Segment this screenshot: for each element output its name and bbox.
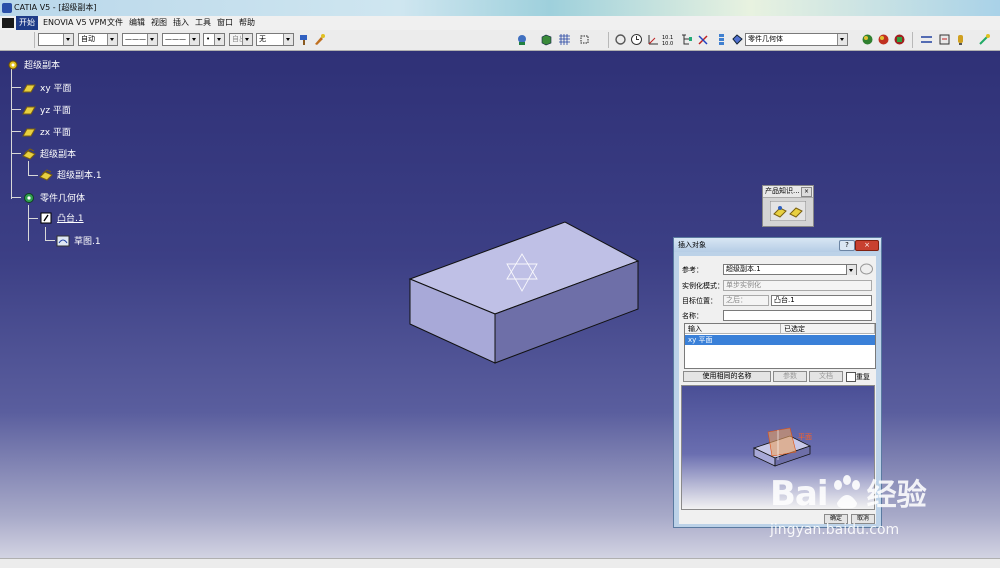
tree-item-sketch-1[interactable]: 草图.1 <box>56 234 101 247</box>
partbody-gear-icon <box>24 192 34 203</box>
catia-logo-icon[interactable] <box>2 18 14 28</box>
close-icon[interactable]: × <box>855 240 879 251</box>
clock-icon[interactable] <box>630 33 643 46</box>
menu-view[interactable]: 视图 <box>148 16 170 30</box>
pad-3d-model[interactable] <box>405 219 645 364</box>
help-icon[interactable]: ? <box>839 240 855 251</box>
inputs-table[interactable]: 输入 已选定 xy 平面 <box>684 323 876 369</box>
svg-text:10.0: 10.0 <box>662 41 673 46</box>
name-field[interactable] <box>723 310 872 321</box>
menu-start[interactable]: 开始 <box>16 16 38 30</box>
normal-view-icon[interactable] <box>540 33 553 46</box>
paw-icon <box>834 475 861 509</box>
repeat-checkbox[interactable] <box>846 372 856 382</box>
point-combo[interactable]: • <box>203 33 225 46</box>
close-icon[interactable]: × <box>801 187 812 197</box>
menu-bar: 开始 ENOVIA V5 VPM 文件 编辑 视图 插入 工具 窗口 帮助 <box>0 16 1000 31</box>
powercopy-icon <box>39 168 53 181</box>
color-combo[interactable] <box>38 33 74 46</box>
menu-tools[interactable]: 工具 <box>192 16 214 30</box>
plane-icon <box>22 128 36 136</box>
stack-icon[interactable] <box>715 33 728 46</box>
units-icon[interactable]: 10.110.0 <box>662 33 675 46</box>
tree-item-pad-1[interactable]: 凸台.1 <box>39 211 84 224</box>
hide-show-icon[interactable] <box>920 33 933 46</box>
linetype-combo[interactable]: ——— <box>122 33 158 46</box>
menu-edit[interactable]: 编辑 <box>126 16 148 30</box>
brush-icon[interactable] <box>313 33 326 46</box>
tree-root[interactable]: 超级副本 <box>6 58 60 71</box>
preview-plane-label: 平面 <box>798 433 812 441</box>
reference-open-icon[interactable] <box>859 262 874 276</box>
title-bar: CATIA V5 - [超级副本] <box>0 0 1000 16</box>
target-position-combo[interactable]: 之后： <box>723 295 769 306</box>
reference-field[interactable]: 超级副本.1 <box>723 264 857 275</box>
menu-insert[interactable]: 插入 <box>170 16 192 30</box>
col-selected-header: 已选定 <box>781 324 875 334</box>
baidu-watermark: Bai 经验 jingyan.baidu.com <box>770 474 927 538</box>
fly-mode-icon[interactable] <box>516 33 529 46</box>
paint-icon[interactable] <box>298 33 311 46</box>
catia-app-icon <box>2 3 12 13</box>
tree-item-powercopy-1[interactable]: 超级副本.1 <box>39 168 102 181</box>
tree-item-zx-plane[interactable]: zx 平面 <box>22 125 71 138</box>
render-mat-icon[interactable] <box>893 33 906 46</box>
parameters-button[interactable]: 参数 <box>773 371 807 382</box>
pad-icon <box>40 212 52 223</box>
swap-icon[interactable] <box>938 33 951 46</box>
menu-enovia[interactable]: ENOVIA V5 VPM <box>40 16 109 30</box>
grid-icon[interactable] <box>558 33 571 46</box>
powercopy-tools-icon[interactable] <box>770 201 806 221</box>
window-title: CATIA V5 - [超级副本] <box>14 3 97 12</box>
work-object-combo[interactable]: 零件几何体 <box>745 33 848 46</box>
sketch-icon <box>56 235 70 246</box>
fit-all-icon[interactable] <box>578 33 591 46</box>
col-input-header: 输入 <box>685 324 781 334</box>
table-row[interactable]: xy 平面 <box>685 335 875 345</box>
render-combo[interactable]: 无 <box>256 33 294 46</box>
tree-item-partbody[interactable]: 零件几何体 <box>22 191 85 204</box>
dialog-caption: 插入对象 ? × <box>674 238 881 252</box>
lamp-icon[interactable] <box>954 33 967 46</box>
measure-icon[interactable] <box>978 33 991 46</box>
tree-item-xy-plane[interactable]: xy 平面 <box>22 81 72 94</box>
render-edges-icon[interactable] <box>877 33 890 46</box>
toolbar: 自动 ——— ——— • 自出 无 10.1 10.0 零件几何体 <box>0 30 1000 51</box>
instantiation-mode-combo[interactable]: 单步实例化 <box>723 280 872 291</box>
product-knowledge-toolbar: 产品知识... × <box>762 185 814 227</box>
rotate-icon[interactable] <box>614 33 627 46</box>
plane-icon <box>22 84 36 92</box>
body-icon[interactable] <box>731 33 744 46</box>
plane-icon <box>22 106 36 114</box>
layer-combo[interactable]: 自出 <box>229 33 253 46</box>
use-same-name-button[interactable]: 使用相同的名称 <box>683 371 771 382</box>
target-field[interactable]: 凸台.1 <box>771 295 872 306</box>
tree-item-powercopy[interactable]: 超级副本 <box>22 147 76 160</box>
powercopy-icon <box>22 147 36 160</box>
tree-item-yz-plane[interactable]: yz 平面 <box>22 103 71 116</box>
3d-workspace[interactable]: 超级副本 xy 平面 yz 平面 zx 平面 超级副本 超级副本.1 零件几何体… <box>0 51 1000 567</box>
lineweight-combo[interactable]: ——— <box>162 33 200 46</box>
render-shaded-icon[interactable] <box>861 33 874 46</box>
menu-file[interactable]: 文件 <box>104 16 126 30</box>
menu-window[interactable]: 窗口 <box>214 16 236 30</box>
axis-icon[interactable] <box>646 33 659 46</box>
documents-button[interactable]: 文档 <box>809 371 843 382</box>
tree-icon[interactable] <box>680 33 693 46</box>
menu-help[interactable]: 帮助 <box>236 16 258 30</box>
auto-combo[interactable]: 自动 <box>78 33 118 46</box>
tools-icon[interactable] <box>697 33 710 46</box>
tree-root-label: 超级副本 <box>24 61 61 71</box>
gear-icon <box>8 60 18 69</box>
